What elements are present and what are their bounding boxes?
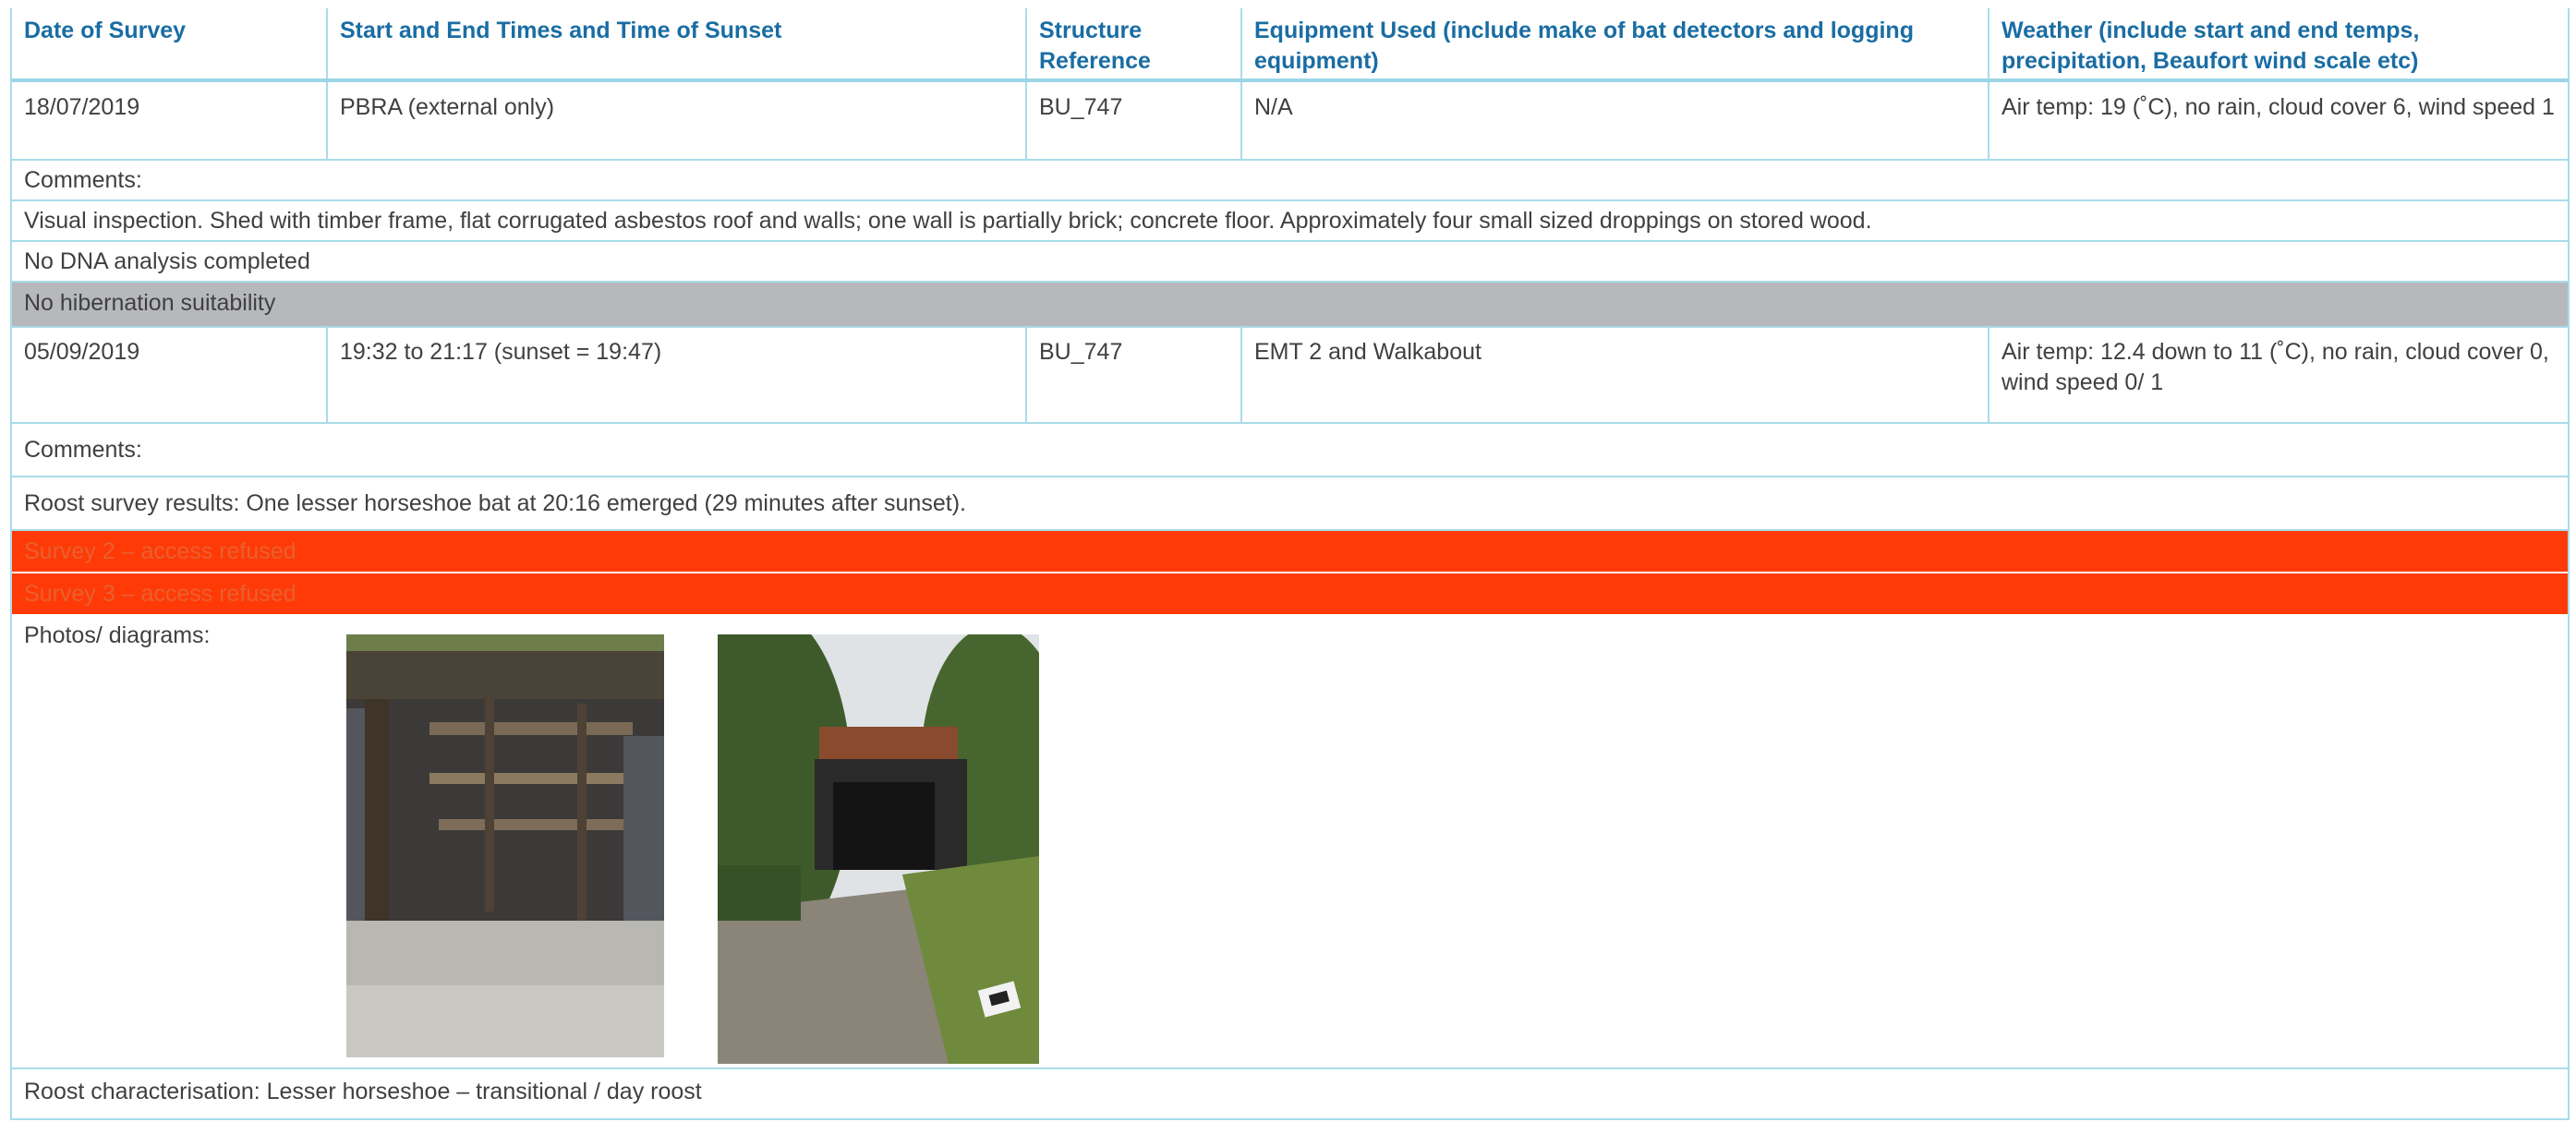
shed-interior-photo (346, 634, 664, 1057)
survey2-weather: Air temp: 12.4 down to 11 (˚C), no rain,… (2002, 339, 2549, 395)
survey1-times: PBRA (external only) (328, 82, 1027, 159)
survey2-results-row: Roost survey results: One lesser horsesh… (12, 477, 2568, 531)
hibernation-row: No hibernation suitability (12, 283, 2568, 328)
survey1-equipment: N/A (1242, 82, 1989, 159)
table-row: 18/07/2019 PBRA (external only) BU_747 N… (12, 82, 2568, 161)
header-equipment: Equipment Used (include make of bat dete… (1242, 8, 1989, 78)
header-weather: Weather (include start and end temps, pr… (2002, 18, 2420, 74)
header-times: Start and End Times and Time of Sunset (328, 8, 1027, 78)
roost-characterisation: Roost characterisation: Lesser horseshoe… (24, 1079, 702, 1104)
dna-row: No DNA analysis completed (12, 242, 2568, 283)
survey1-weather: Air temp: 19 (˚C), no rain, cloud cover … (2002, 94, 2555, 120)
survey2-comments-label-row: Comments: (12, 424, 2568, 477)
dna-text: No DNA analysis completed (24, 248, 310, 274)
characterisation-row: Roost characterisation: Lesser horseshoe… (12, 1069, 2568, 1120)
header-structure: Structure Reference (1027, 8, 1242, 78)
survey1-comments-row: Visual inspection. Shed with timber fram… (12, 201, 2568, 242)
refused-row: Survey 3 – access refused (12, 573, 2568, 616)
table-header-row: Date of Survey Start and End Times and T… (12, 8, 2568, 82)
survey1-structure: BU_747 (1027, 82, 1242, 159)
survey2-results: Roost survey results: One lesser horsesh… (24, 490, 966, 516)
hibernation-text: No hibernation suitability (24, 290, 276, 316)
survey-table: Date of Survey Start and End Times and T… (10, 8, 2570, 1120)
survey1-date: 18/07/2019 (12, 82, 328, 159)
survey2-times: 19:32 to 21:17 (sunset = 19:47) (328, 328, 1027, 422)
shed-exterior-photo (718, 634, 1039, 1064)
photos-row: Photos/ diagrams: (12, 616, 2568, 1069)
survey2-date: 05/09/2019 (12, 328, 328, 422)
survey2-structure: BU_747 (1027, 328, 1242, 422)
refused-row: Survey 2 – access refused (12, 531, 2568, 573)
header-date: Date of Survey (12, 8, 328, 78)
survey1-comments: Visual inspection. Shed with timber fram… (24, 208, 1872, 234)
photos-label: Photos/ diagrams: (24, 622, 211, 648)
comments-label: Comments: (24, 437, 142, 463)
survey1-comments-label-row: Comments: (12, 161, 2568, 201)
survey2-refused: Survey 2 – access refused (24, 538, 296, 564)
survey2-equipment: EMT 2 and Walkabout (1242, 328, 1989, 422)
survey3-refused: Survey 3 – access refused (24, 581, 296, 607)
table-row: 05/09/2019 19:32 to 21:17 (sunset = 19:4… (12, 328, 2568, 424)
comments-label: Comments: (24, 167, 142, 193)
